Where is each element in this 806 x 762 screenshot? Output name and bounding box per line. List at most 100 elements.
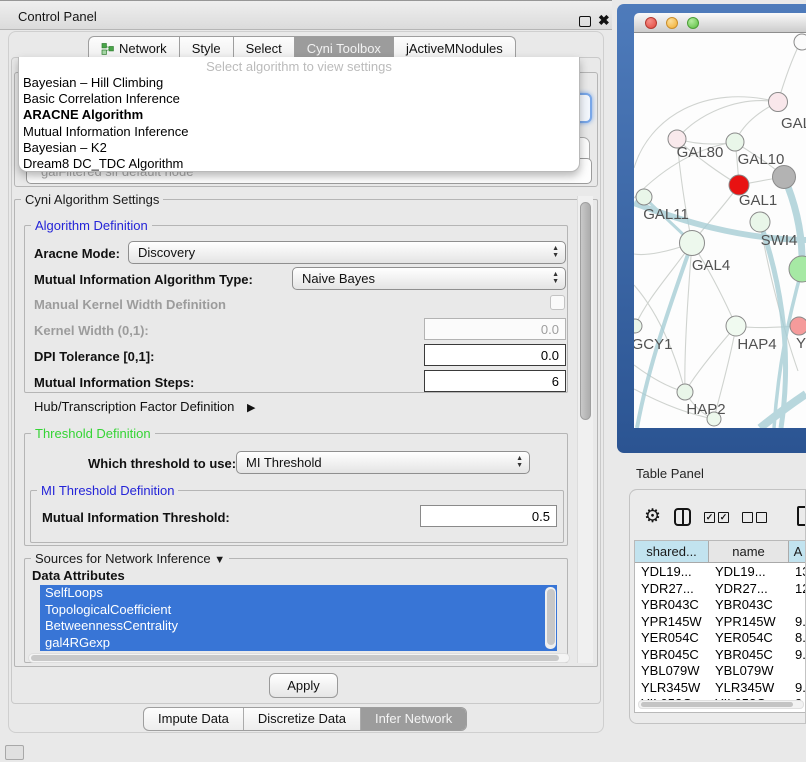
- minimize-traffic-light[interactable]: [666, 17, 678, 29]
- table-row[interactable]: YDR27...YDR27...12: [635, 580, 806, 597]
- data-attributes-list[interactable]: SelfLoopsTopologicalCoefficientBetweenne…: [40, 585, 557, 651]
- network-edge-highlighted[interactable]: [784, 177, 802, 269]
- hub-definition-expander[interactable]: Hub/Transcription Factor Definition ▶: [34, 399, 255, 414]
- table-cell: YDL19...: [635, 563, 709, 580]
- table-cell: YER054C: [709, 629, 789, 646]
- column-header-partial[interactable]: A: [789, 541, 806, 562]
- dpi-tolerance-input[interactable]: 0.0: [424, 344, 566, 366]
- algorithm-option[interactable]: Basic Correlation Inference: [19, 91, 579, 107]
- table-row[interactable]: YPR145WYPR145W9.: [635, 613, 806, 630]
- settings-scrollbar[interactable]: [577, 196, 593, 663]
- table-row[interactable]: YLR345WYLR345W9.: [635, 679, 806, 696]
- network-node-gcy1[interactable]: [634, 319, 642, 333]
- algorithm-option[interactable]: ARACNE Algorithm: [19, 107, 579, 123]
- tab-network-label: Network: [119, 41, 167, 56]
- gear-icon[interactable]: ⚙: [644, 507, 661, 526]
- node-table[interactable]: shared... name A YDL19...YDL19...13YDR27…: [634, 540, 806, 713]
- tab-discretize-data[interactable]: Discretize Data: [243, 708, 360, 730]
- mi-threshold-input[interactable]: 0.5: [420, 505, 557, 527]
- stepper-icon: ▲▼: [552, 245, 559, 259]
- network-node-gal10[interactable]: [726, 133, 744, 151]
- node-label: SWI4: [761, 232, 798, 249]
- stepper-icon: ▲▼: [516, 455, 523, 469]
- tab-cyni-toolbox[interactable]: Cyni Toolbox: [295, 36, 394, 58]
- checked-columns-icon[interactable]: ✓✓: [704, 512, 729, 523]
- network-edge[interactable]: [634, 365, 685, 392]
- column-header-shared-name[interactable]: shared...: [635, 541, 709, 562]
- network-edge[interactable]: [685, 326, 736, 392]
- float-window-icon[interactable]: [579, 16, 591, 27]
- network-edge-highlighted[interactable]: [760, 222, 785, 428]
- data-attribute-item[interactable]: SelfLoops: [40, 585, 557, 602]
- algorithm-option[interactable]: Bayesian – Hill Climbing: [19, 75, 579, 91]
- table-row[interactable]: YBR043CYBR043C: [635, 596, 806, 613]
- dock-panel-icon[interactable]: [5, 745, 24, 760]
- document-icon[interactable]: [797, 506, 806, 526]
- split-columns-icon[interactable]: [674, 508, 691, 526]
- mi-type-combo[interactable]: Naive Bayes ▲▼: [292, 267, 566, 290]
- manual-kernel-checkbox[interactable]: [550, 295, 565, 310]
- attributes-scrollbar[interactable]: [545, 587, 556, 649]
- kernel-width-input[interactable]: 0.0: [424, 318, 566, 340]
- data-attributes-label: Data Attributes: [32, 568, 125, 583]
- network-node-gal4[interactable]: [680, 231, 705, 256]
- network-node[interactable]: [794, 34, 806, 50]
- attributes-hscrollbar[interactable]: [28, 653, 570, 663]
- which-threshold-label: Which threshold to use:: [88, 456, 236, 471]
- tab-network[interactable]: Network: [88, 36, 180, 58]
- which-threshold-combo[interactable]: MI Threshold ▲▼: [236, 451, 530, 474]
- table-header-row: shared... name A: [635, 541, 806, 563]
- table-row[interactable]: YBL079WYBL079W: [635, 662, 806, 679]
- network-edge[interactable]: [677, 101, 778, 139]
- table-cell: 12: [789, 580, 806, 597]
- table-cell: 9.: [789, 613, 806, 630]
- zoom-traffic-light[interactable]: [687, 17, 699, 29]
- data-attribute-item[interactable]: BetweennessCentrality: [40, 618, 557, 635]
- node-label: Y: [796, 335, 806, 352]
- mi-steps-input[interactable]: 6: [424, 370, 566, 392]
- close-traffic-light[interactable]: [645, 17, 657, 29]
- table-row[interactable]: YER054CYER054C8.: [635, 629, 806, 646]
- network-node[interactable]: [789, 256, 806, 282]
- network-edge[interactable]: [692, 243, 736, 326]
- network-canvas[interactable]: GALGAL80GAL10GAL1GAL11SWI4GAL4GCY1HAP4YH…: [634, 33, 806, 428]
- column-header-name[interactable]: name: [709, 541, 789, 562]
- unchecked-columns-icon[interactable]: [742, 512, 767, 523]
- table-cell: YPR145W: [709, 613, 789, 630]
- sources-title[interactable]: Sources for Network Inference ▼: [31, 551, 229, 566]
- algorithm-option[interactable]: Dream8 DC_TDC Algorithm: [19, 156, 579, 172]
- node-label: HAP4: [737, 336, 776, 353]
- table-row[interactable]: YBR045CYBR045C9.: [635, 646, 806, 663]
- algorithm-option[interactable]: Bayesian – K2: [19, 140, 579, 156]
- network-node-gal[interactable]: [769, 93, 788, 112]
- algorithm-option[interactable]: Mutual Information Inference: [19, 124, 579, 140]
- settings-scrollbar-thumb[interactable]: [580, 202, 591, 420]
- tab-jactivemnodules[interactable]: jActiveMNodules: [394, 36, 516, 58]
- table-hscrollbar[interactable]: [638, 700, 804, 709]
- tab-infer-network[interactable]: Infer Network: [360, 708, 466, 730]
- table-cell: YDR27...: [635, 580, 709, 597]
- aracne-mode-combo[interactable]: Discovery ▲▼: [128, 241, 566, 264]
- tab-style[interactable]: Style: [180, 36, 234, 58]
- network-node-hap2[interactable]: [677, 384, 693, 400]
- network-node-y[interactable]: [790, 317, 806, 335]
- network-node-swi4[interactable]: [750, 212, 770, 232]
- tab-select[interactable]: Select: [234, 36, 295, 58]
- network-node[interactable]: [773, 166, 796, 189]
- network-edge[interactable]: [635, 243, 692, 326]
- apply-button[interactable]: Apply: [269, 673, 338, 698]
- data-attribute-item[interactable]: TopologicalCoefficient: [40, 602, 557, 619]
- close-icon[interactable]: ✖: [598, 12, 610, 29]
- network-node-gal11[interactable]: [636, 189, 652, 205]
- node-label: GCY1: [634, 336, 672, 353]
- table-cell: YBL079W: [635, 662, 709, 679]
- table-row[interactable]: YDL19...YDL19...13: [635, 563, 806, 580]
- tab-impute-data[interactable]: Impute Data: [144, 708, 243, 730]
- table-cell: YBR043C: [709, 596, 789, 613]
- data-attribute-item[interactable]: gal4RGexp: [40, 635, 557, 652]
- network-window-titlebar[interactable]: [634, 13, 806, 33]
- expanded-arrow-icon: ▼: [214, 554, 225, 566]
- network-node-hap4[interactable]: [726, 316, 746, 336]
- threshold-definition-title: Threshold Definition: [31, 426, 155, 441]
- algorithm-dropdown-items: Bayesian – Hill ClimbingBasic Correlatio…: [19, 75, 579, 172]
